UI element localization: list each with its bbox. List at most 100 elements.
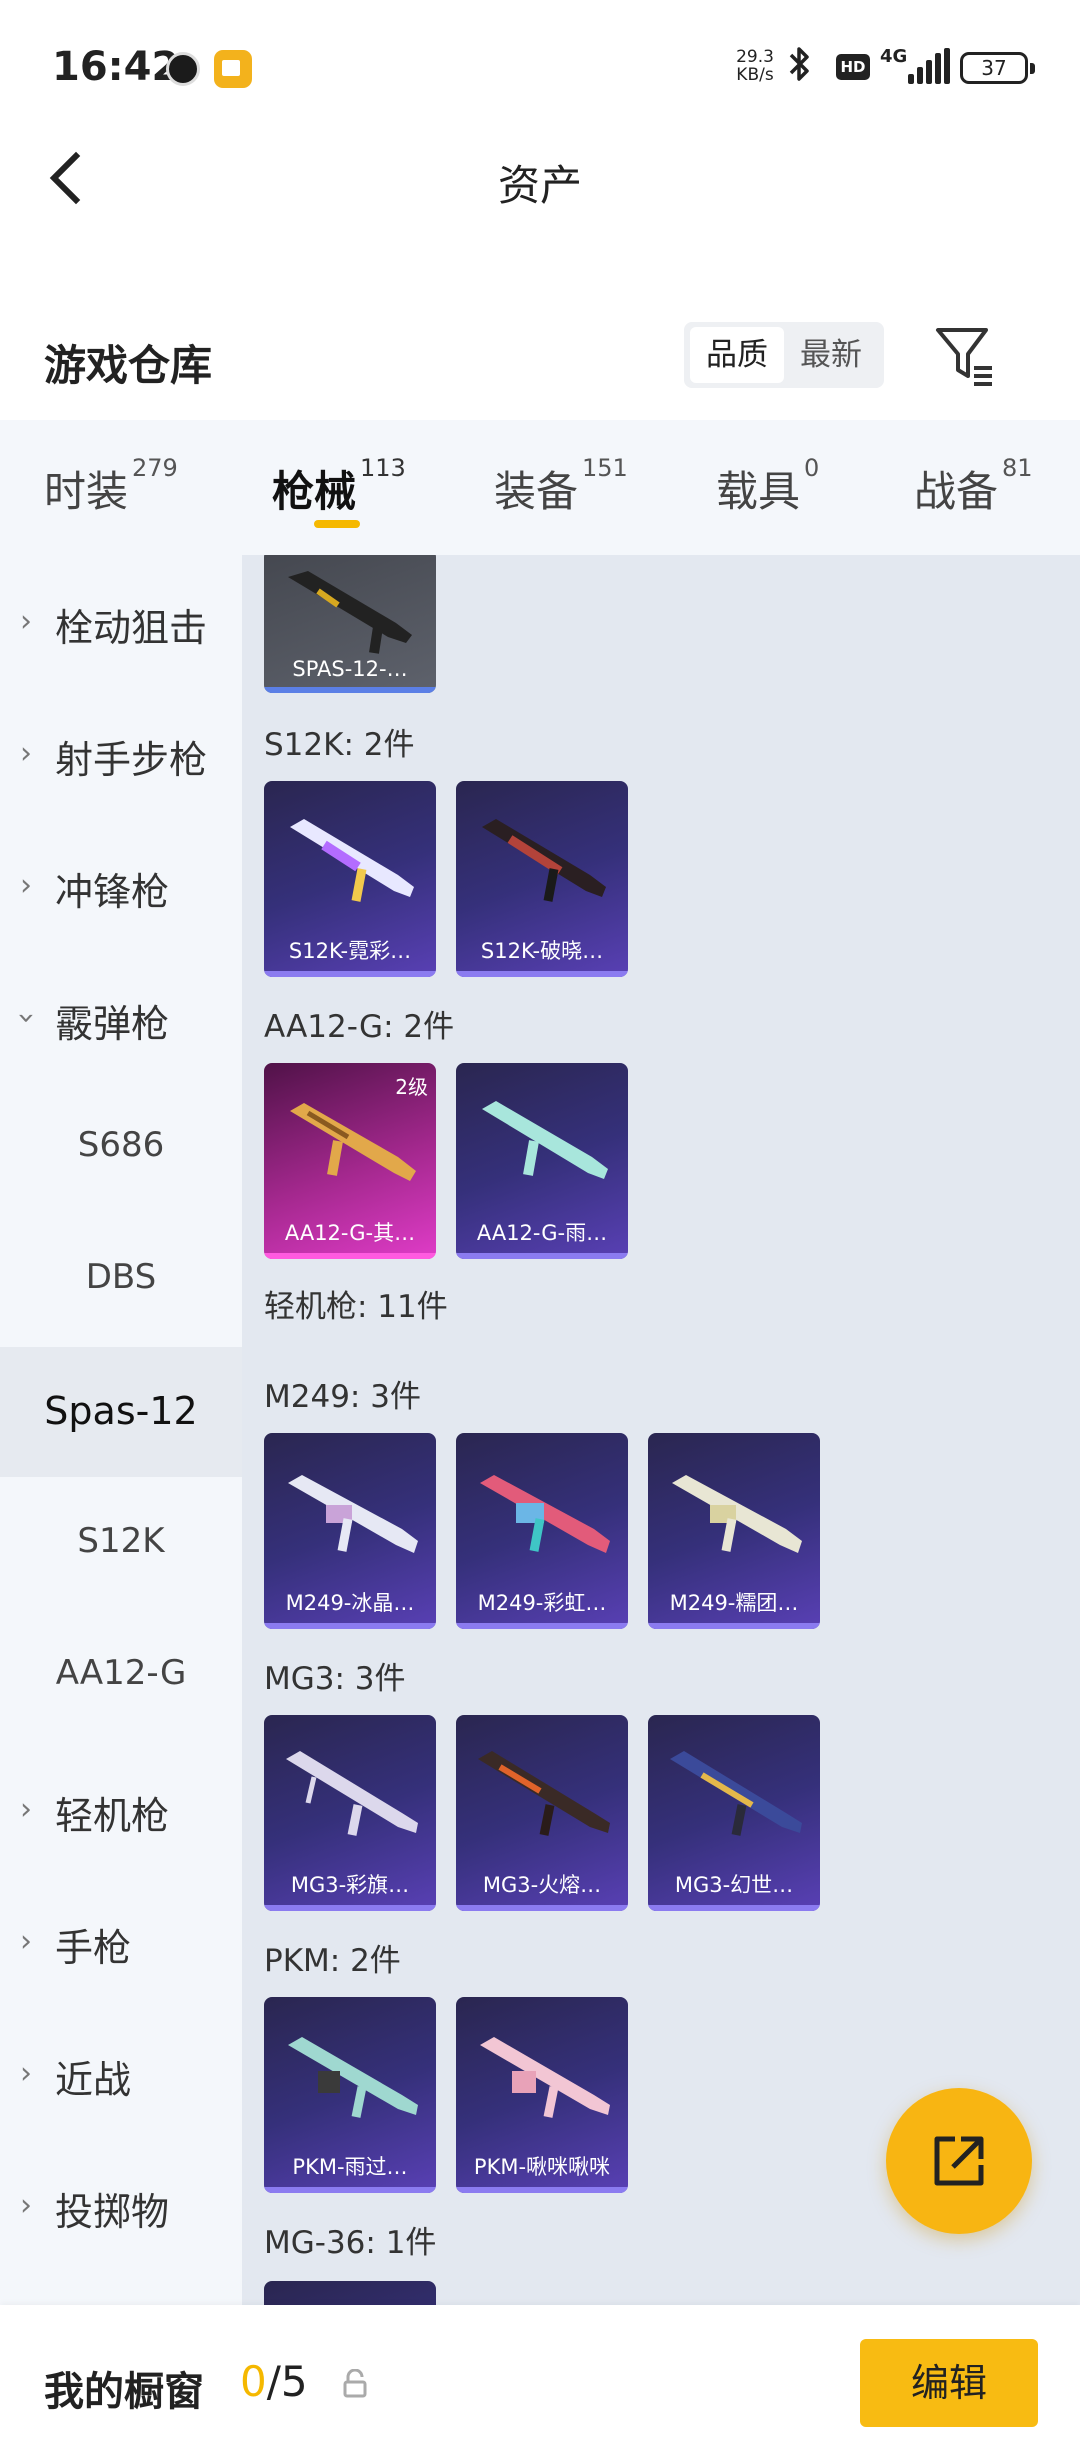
lock-icon xyxy=(343,2369,367,2398)
rarity-bar xyxy=(264,971,436,977)
weapon-card[interactable]: SPAS-12-… xyxy=(264,555,436,693)
weapon-card-name: MG3-火熔… xyxy=(482,1873,602,1897)
tab-label: 装备 xyxy=(494,467,579,516)
tab-vehicles[interactable]: 载具 0 xyxy=(716,454,819,519)
sidebar-item-marksman[interactable]: › 射手步枪 xyxy=(0,687,242,817)
weapon-card[interactable] xyxy=(264,2281,436,2305)
lmg-icon xyxy=(288,2037,418,2118)
weapon-card[interactable]: S12K-破晓… xyxy=(456,781,628,977)
tab-count: 151 xyxy=(582,454,628,482)
sidebar-item-label: 近战 xyxy=(55,2058,132,2102)
weapon-card-name: MG3-幻世… xyxy=(674,1873,794,1897)
edit-button[interactable]: 编辑 xyxy=(860,2339,1038,2427)
tab-label: 枪械 xyxy=(272,467,357,516)
rarity-bar xyxy=(264,687,436,693)
lmg-icon xyxy=(286,1751,418,1836)
weapon-card[interactable]: S12K-霓彩… xyxy=(264,781,436,977)
sidebar-item-label: Spas-12 xyxy=(44,1389,198,1433)
bluetooth-icon xyxy=(787,44,813,93)
lmg-icon xyxy=(288,1475,418,1553)
status-bar: 16:42 29.3 KB/s HD 4G 37 xyxy=(0,0,1080,130)
sidebar-item-throwable[interactable]: › 投掷物 xyxy=(0,2139,242,2269)
showcase-bar: 我的橱窗 0/5 编辑 xyxy=(0,2305,1080,2460)
network-speed: 29.3 KB/s xyxy=(732,48,778,84)
sidebar-item-label: DBS xyxy=(85,1257,157,1297)
section-label: PKM: 2件 xyxy=(264,1943,401,1979)
signal-icon xyxy=(906,48,950,84)
section-label: MG3: 3件 xyxy=(264,1661,406,1697)
warehouse-header: 游戏仓库 品质 最新 xyxy=(0,310,1080,410)
rarity-bar xyxy=(456,2187,628,2193)
share-button[interactable] xyxy=(886,2088,1032,2234)
tab-count: 279 xyxy=(132,454,178,482)
sort-option-latest[interactable]: 最新 xyxy=(784,327,878,383)
sort-toggle: 品质 最新 xyxy=(684,322,884,388)
weapon-card[interactable]: M249-糯团… xyxy=(648,1433,820,1629)
weapon-card[interactable]: M249-冰晶… xyxy=(264,1433,436,1629)
sidebar-item-aa12g[interactable]: AA12-G xyxy=(0,1611,242,1741)
battery-icon: 37 xyxy=(960,52,1035,84)
weapon-card-name: AA12-G-其… xyxy=(284,1221,416,1245)
rarity-bar xyxy=(648,1905,820,1911)
lmg-icon xyxy=(672,1475,802,1553)
tab-label: 载具 xyxy=(716,467,801,516)
tab-fashion[interactable]: 时装 279 xyxy=(44,454,178,519)
sidebar-item-s686[interactable]: S686 xyxy=(0,1083,242,1213)
weapon-list: SPAS-12-… S12K: 2件 S12K-霓彩… S12K-破晓… AA1… xyxy=(242,555,1080,2305)
section-label: 轻机枪: 11件 xyxy=(264,1289,448,1325)
weapon-card[interactable]: AA12-G-雨… xyxy=(456,1063,628,1259)
sidebar-item-lmg[interactable]: › 轻机枪 xyxy=(0,1743,242,1873)
weapon-card[interactable]: PKM-雨过… xyxy=(264,1997,436,2193)
weapon-card[interactable]: MG3-火熔… xyxy=(456,1715,628,1911)
warehouse-title: 游戏仓库 xyxy=(44,341,213,390)
chevron-right-icon: › xyxy=(20,868,32,903)
sidebar-item-spas12[interactable]: Spas-12 xyxy=(0,1347,242,1477)
filter-button[interactable] xyxy=(930,320,1000,390)
lmg-icon xyxy=(480,2037,610,2118)
network-speed-value: 29.3 xyxy=(736,47,774,67)
shotgun-icon xyxy=(290,1103,416,1181)
tab-weapons[interactable]: 枪械 113 xyxy=(272,454,406,519)
sidebar-item-dbs[interactable]: DBS xyxy=(0,1215,242,1345)
weapon-card[interactable]: MG3-彩旗… xyxy=(264,1715,436,1911)
weapon-card-name: MG3-彩旗… xyxy=(290,1873,410,1897)
weapon-card[interactable]: M249-彩虹… xyxy=(456,1433,628,1629)
sidebar-item-label: 投掷物 xyxy=(55,2190,170,2234)
tab-count: 0 xyxy=(804,454,820,482)
shotgun-icon xyxy=(482,819,606,902)
weapon-card-name: AA12-G-雨… xyxy=(476,1221,608,1245)
sidebar-item-label: 栓动狙击 xyxy=(55,606,208,650)
rarity-bar xyxy=(456,1253,628,1259)
weapon-card-name: PKM-啾咪啾咪 xyxy=(473,2155,611,2179)
sidebar-item-pistol[interactable]: › 手枪 xyxy=(0,1875,242,2005)
rarity-bar xyxy=(264,1253,436,1259)
lmg-icon xyxy=(670,1751,802,1836)
chevron-right-icon: › xyxy=(20,2056,32,2091)
sidebar-item-shotgun[interactable]: › 霰弹枪 xyxy=(0,951,242,1081)
sidebar-item-bolt-action[interactable]: › 栓动狙击 xyxy=(0,555,242,685)
weapon-card[interactable]: PKM-啾咪啾咪 xyxy=(456,1997,628,2193)
rarity-bar xyxy=(264,1905,436,1911)
section-label: AA12-G: 2件 xyxy=(264,1009,455,1045)
weapon-card-name: PKM-雨过… xyxy=(292,2155,408,2179)
weapon-card[interactable]: 2级 AA12-G-其… xyxy=(264,1063,436,1259)
app-header: 资产 xyxy=(0,130,1080,230)
active-tab-indicator xyxy=(314,520,360,528)
chevron-right-icon: › xyxy=(20,1924,32,1959)
status-time: 16:42 xyxy=(52,44,180,90)
sidebar-item-smg[interactable]: › 冲锋枪 xyxy=(0,819,242,949)
tab-equipment[interactable]: 装备 151 xyxy=(494,454,628,519)
weapon-card[interactable]: MG3-幻世… xyxy=(648,1715,820,1911)
share-out-icon xyxy=(934,2136,984,2186)
hd-badge: HD xyxy=(836,54,870,80)
shotgun-icon xyxy=(288,571,412,654)
weapon-card-name: SPAS-12-… xyxy=(292,657,408,681)
sidebar-item-s12k[interactable]: S12K xyxy=(0,1479,242,1609)
section-label: M249: 3件 xyxy=(264,1379,421,1415)
sort-option-quality[interactable]: 品质 xyxy=(690,327,784,383)
tab-supplies[interactable]: 战备 81 xyxy=(914,454,1033,519)
showcase-count-current: 0 xyxy=(240,2357,267,2406)
rarity-bar xyxy=(264,1623,436,1629)
sidebar-item-melee[interactable]: › 近战 xyxy=(0,2007,242,2137)
chevron-right-icon: › xyxy=(20,1792,32,1827)
